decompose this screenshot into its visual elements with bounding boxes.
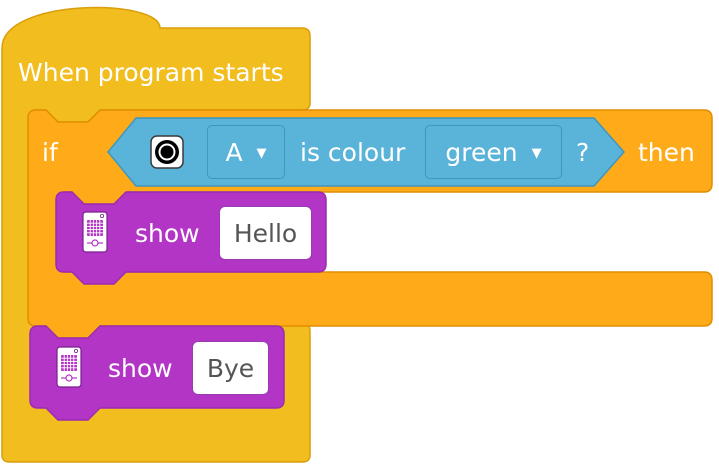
- caret-down-icon: ▼: [531, 145, 542, 161]
- if-label: if: [42, 138, 58, 167]
- show-hello-label: show: [135, 219, 200, 248]
- then-label: then: [638, 138, 695, 167]
- colour-dropdown[interactable]: green ▼: [425, 125, 562, 179]
- when-program-starts-label: When program starts: [18, 58, 284, 87]
- color-sensor-icon: [150, 135, 184, 169]
- question-mark-label: ?: [576, 138, 590, 167]
- colour-value: green: [445, 137, 518, 167]
- is-colour-label: is colour: [300, 138, 406, 167]
- port-dropdown[interactable]: A ▼: [207, 125, 285, 179]
- light-matrix-icon: [56, 346, 82, 388]
- show-hello-text-input[interactable]: Hello: [219, 206, 312, 260]
- code-canvas: When program starts if then A ▼ is colou…: [0, 0, 719, 465]
- show-bye-text-input[interactable]: Bye: [192, 341, 269, 395]
- light-matrix-icon: [82, 211, 108, 253]
- port-value: A: [225, 137, 243, 167]
- show-bye-label: show: [108, 354, 173, 383]
- caret-down-icon: ▼: [256, 145, 267, 161]
